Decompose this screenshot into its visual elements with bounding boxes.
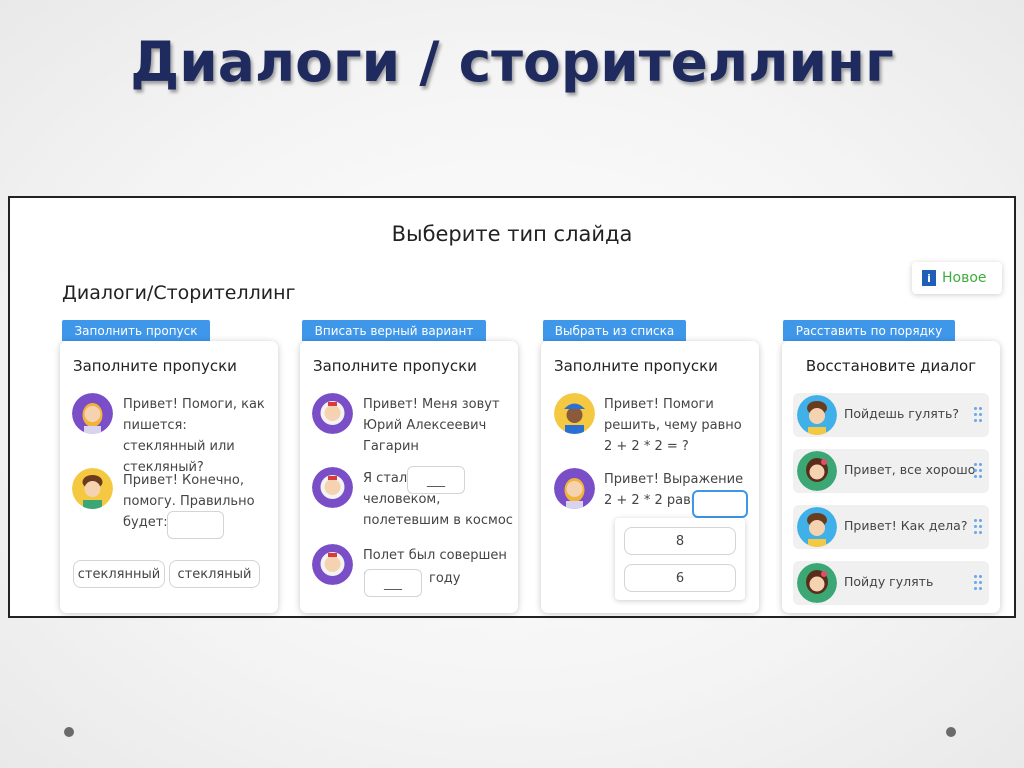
message-5: году	[429, 571, 461, 586]
boy-cap-avatar	[554, 393, 595, 434]
message-1: Привет! Помоги решить, чему равно 2 + 2 …	[604, 397, 742, 454]
order-item-text: Привет, все хорошо	[844, 462, 976, 477]
card-order-items[interactable]: Восстановите диалог Пойдешь гулять? Прив…	[782, 341, 1000, 613]
section-title: Диалоги/Сторителлинг	[62, 282, 296, 304]
order-item[interactable]: Привет! Как дела?	[793, 505, 989, 549]
app-screenshot: Выберите тип слайда i Новое Диалоги/Стор…	[8, 196, 1016, 618]
card-fill-gap[interactable]: Заполните пропуски Привет! Помоги, как п…	[60, 341, 278, 613]
girl-avatar	[554, 468, 595, 509]
info-icon: i	[922, 270, 936, 286]
dropdown-option[interactable]: 6	[624, 564, 736, 592]
drag-handle-icon[interactable]	[974, 463, 982, 479]
drag-handle-icon[interactable]	[974, 575, 982, 591]
new-badge[interactable]: i Новое	[912, 262, 1002, 294]
option-button[interactable]: стекляный	[169, 560, 260, 588]
card-title: Заполните пропуски	[73, 357, 237, 375]
drag-handle-icon[interactable]	[974, 407, 982, 423]
slide-title: Диалоги / сторителлинг	[130, 30, 894, 94]
order-item[interactable]: Привет, все хорошо	[793, 449, 989, 493]
order-item[interactable]: Пойдешь гулять?	[793, 393, 989, 437]
girl-avatar	[72, 393, 113, 434]
answer-blank[interactable]	[167, 511, 224, 539]
drag-handle-icon[interactable]	[974, 519, 982, 535]
boy-avatar	[797, 507, 837, 547]
card-title: Заполните пропуски	[554, 357, 718, 375]
tab-order-items[interactable]: Расставить по порядку	[783, 320, 955, 341]
boy-avatar	[72, 468, 113, 509]
message-2: Я стал	[363, 471, 408, 486]
decorative-dot	[946, 727, 956, 737]
message-3: человеком, полетевшим в космос	[363, 492, 513, 528]
answer-blank[interactable]: ___	[364, 569, 422, 597]
message-1: Привет! Меня зовут Юрий Алексеевич Гагар…	[363, 397, 500, 454]
tab-fill-gap[interactable]: Заполнить пропуск	[62, 320, 210, 341]
option-button[interactable]: стеклянный	[73, 560, 165, 588]
order-item-text: Пойдешь гулять?	[844, 406, 960, 421]
choose-slide-type-title: Выберите тип слайда	[391, 222, 633, 246]
dropdown-option[interactable]: 8	[624, 527, 736, 555]
answer-dropdown: 8 6	[615, 518, 745, 600]
tab-type-answer[interactable]: Вписать верный вариант	[302, 320, 486, 341]
card-select-from-list[interactable]: Заполните пропуски Привет! Помоги решить…	[541, 341, 759, 613]
girl-avatar	[797, 563, 837, 603]
card-type-answer[interactable]: Заполните пропуски Привет! Меня зовут Юр…	[300, 341, 518, 613]
card-title: Восстановите диалог	[805, 357, 977, 375]
new-label: Новое	[942, 270, 987, 286]
gagarin-avatar	[312, 393, 353, 434]
card-title: Заполните пропуски	[313, 357, 477, 375]
decorative-dot	[64, 727, 74, 737]
order-item[interactable]: Пойду гулять	[793, 561, 989, 605]
order-item-text: Привет! Как дела?	[844, 518, 968, 533]
gagarin-avatar	[312, 544, 353, 585]
girl-avatar	[797, 451, 837, 491]
order-item-text: Пойду гулять	[844, 574, 934, 589]
message-1: Привет! Помоги, как пишется: стеклянный …	[123, 397, 265, 475]
boy-avatar	[797, 395, 837, 435]
answer-select[interactable]	[692, 490, 748, 518]
tab-select-from-list[interactable]: Выбрать из списка	[543, 320, 686, 341]
gagarin-avatar	[312, 467, 353, 508]
